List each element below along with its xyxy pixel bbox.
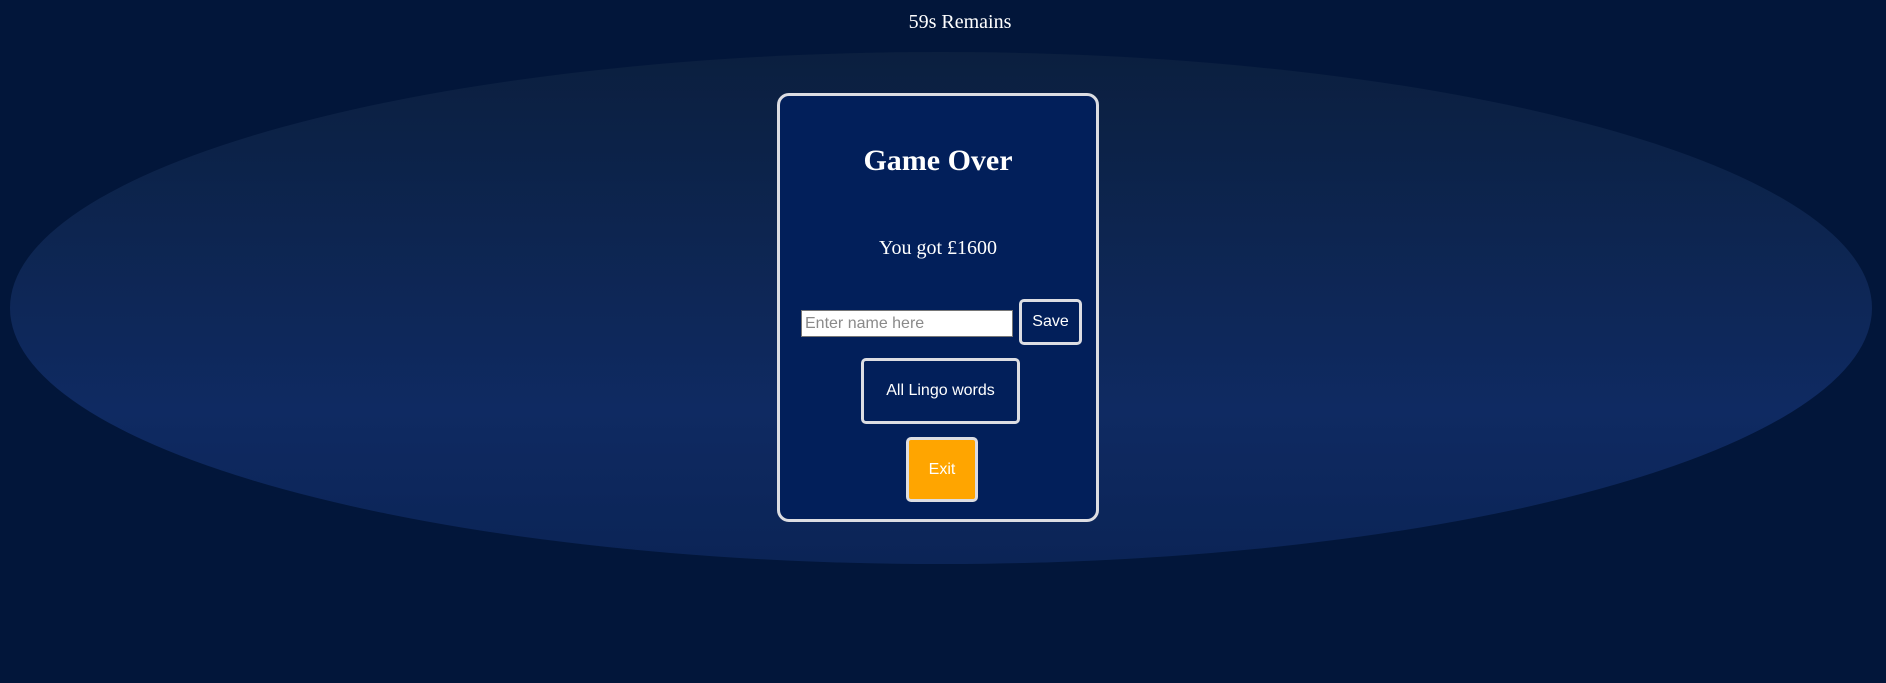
name-input[interactable] xyxy=(801,310,1013,337)
countdown-timer: 59s Remains xyxy=(0,10,1886,34)
all-lingo-words-button[interactable]: All Lingo words xyxy=(861,358,1020,424)
exit-button[interactable]: Exit xyxy=(906,437,978,502)
game-over-title: Game Over xyxy=(863,144,1013,177)
countdown-timer-text: 59s Remains xyxy=(908,11,1012,33)
save-button[interactable]: Save xyxy=(1019,299,1082,345)
game-over-card: Game Over You got £1600 Save All Lingo w… xyxy=(777,93,1099,522)
score-text: You got £1600 xyxy=(879,237,997,259)
